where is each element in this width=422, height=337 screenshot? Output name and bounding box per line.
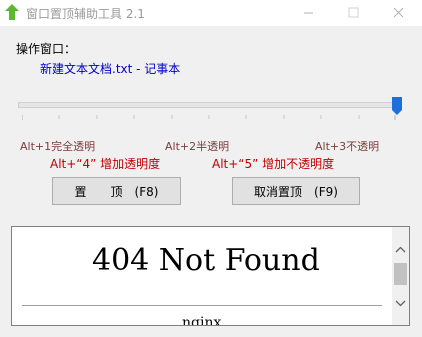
chevron-up-icon[interactable] — [392, 242, 409, 256]
target-window-label: 操作窗口： — [16, 42, 77, 56]
level-opaque: Alt+3不透明 — [315, 140, 380, 153]
slider-ticks — [22, 115, 396, 120]
maximize-icon — [348, 7, 359, 18]
transparency-slider-track[interactable] — [18, 102, 402, 108]
pin-on-top-button[interactable]: 置 顶 (F8) — [52, 177, 181, 205]
title-bar[interactable]: 窗口置顶辅助工具 2.1 — [0, 0, 422, 26]
close-button[interactable] — [376, 0, 420, 26]
green-up-arrow-icon — [5, 4, 19, 20]
level-full-transparent: Alt+1完全透明 — [20, 140, 96, 153]
horizontal-rule — [22, 305, 382, 306]
main-window: 窗口置顶辅助工具 2.1 操作窗口： 新建文本文档.txt - 记事本 Alt+… — [0, 0, 422, 337]
maximize-button[interactable] — [331, 0, 375, 26]
scrollbar-thumb[interactable] — [394, 263, 407, 285]
hotkey-increase-opacity: Alt+“5” 增加不透明度 — [212, 157, 335, 171]
transparency-slider-thumb[interactable] — [392, 97, 402, 115]
level-half-transparent: Alt+2半透明 — [165, 140, 230, 153]
vertical-scrollbar[interactable] — [392, 227, 409, 325]
chevron-down-icon[interactable] — [392, 295, 409, 309]
minimize-icon — [304, 12, 313, 14]
hotkey-increase-transparency: Alt+“4” 增加透明度 — [50, 157, 161, 171]
error-heading: 404 Not Found — [92, 243, 320, 278]
target-window-name: 新建文本文档.txt - 记事本 — [40, 62, 181, 76]
close-icon — [393, 7, 404, 18]
server-name: nginx — [182, 315, 222, 326]
window-title: 窗口置顶辅助工具 2.1 — [26, 7, 145, 21]
web-preview-pane: 404 Not Found nginx — [11, 226, 410, 326]
unpin-button[interactable]: 取消置顶 (F9) — [232, 177, 360, 205]
minimize-button[interactable] — [286, 0, 330, 26]
